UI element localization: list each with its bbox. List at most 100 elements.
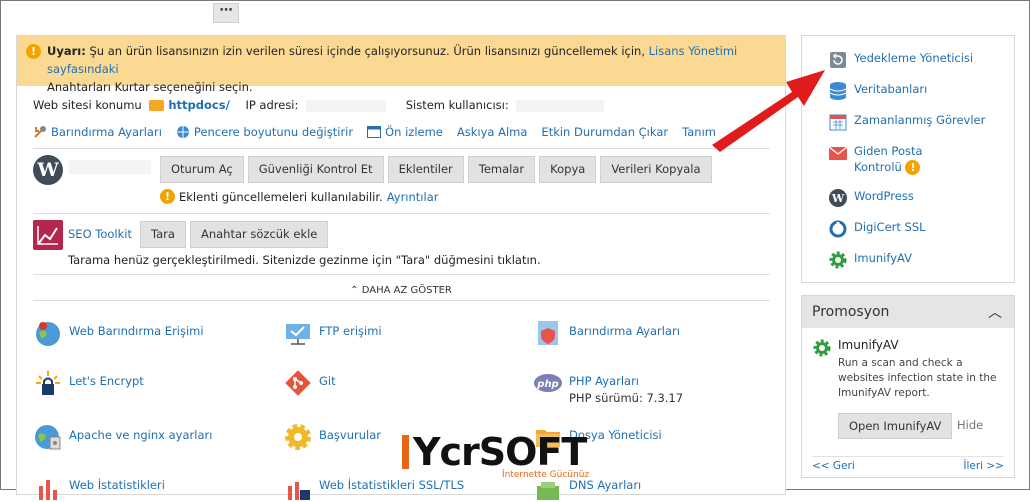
warning-line2: Anahtarları Kurtar seçeneğini seçin.: [47, 80, 253, 94]
watermark: YcrSOFT İnternette Gücünüz: [402, 430, 589, 480]
seo-note: Tarama henüz gerçekleştirilmedi. Siteniz…: [68, 253, 541, 267]
chevron-up-icon[interactable]: ︿: [988, 302, 1002, 322]
tile-git[interactable]: Git: [283, 368, 336, 398]
wp-themes-button[interactable]: Temalar: [467, 156, 536, 183]
next-link[interactable]: İleri >>: [963, 460, 1004, 472]
apache-nginx-icon: [33, 422, 63, 452]
action-label: Pencere boyutunu değiştirir: [193, 125, 354, 139]
svg-text:W: W: [831, 192, 845, 205]
warning-icon: !: [905, 160, 921, 175]
open-imunifyav-button[interactable]: Open ImunifyAV: [838, 413, 953, 439]
red-arrow-annotation: [712, 70, 825, 152]
tile-lets-encrypt[interactable]: Let's Encrypt: [33, 368, 144, 398]
promotion-product: ImunifyAV: [838, 338, 899, 352]
action-suspend[interactable]: Askıya Alma: [457, 125, 528, 139]
sidebar-item-digicert[interactable]: DigiCert SSL: [828, 219, 926, 239]
lets-encrypt-icon: [33, 368, 63, 398]
hide-button[interactable]: Hide: [957, 418, 983, 432]
imunify-icon: [828, 250, 848, 270]
action-preview[interactable]: Ön izleme: [367, 125, 443, 139]
sidebar-item-backup[interactable]: Yedekleme Yöneticisi: [828, 50, 973, 70]
digicert-icon: [828, 219, 848, 239]
sidebar-item-imunifyav[interactable]: ImunifyAV: [828, 250, 912, 270]
folder-icon: [149, 100, 165, 111]
promotion-footer: << Geri İleri >>: [812, 456, 1004, 472]
tile-ftp-access[interactable]: FTP erişimi: [283, 318, 382, 348]
warning-text: Şu an ürün lisansınızın izin verilen sür…: [85, 44, 649, 58]
sidebar-item-label: Yedekleme Yöneticisi: [854, 51, 974, 65]
seo-buttons: Tara Anahtar sözcük ekle: [140, 221, 329, 248]
divider: [33, 148, 770, 149]
tile-apache-nginx[interactable]: Apache ve nginx ayarları: [33, 422, 212, 452]
tile-label: Git: [319, 374, 336, 388]
wordpress-icon: W: [828, 188, 848, 208]
tile-label: Let's Encrypt: [69, 374, 144, 388]
tile-label: Apache ve nginx ayarları: [69, 428, 213, 442]
ftp-folder-icon: [283, 318, 313, 348]
warning-bold: Uyarı:: [47, 44, 86, 58]
promotion-description: Run a scan and check a websites infectio…: [838, 357, 997, 399]
globe-user-icon: [33, 318, 63, 348]
license-warning: ! Uyarı: Şu an ürün lisansınızın izin ve…: [17, 36, 785, 94]
divider: [33, 300, 770, 301]
wordpress-buttons: Oturum Aç Güvenliği Kontrol Et Eklentile…: [160, 156, 712, 183]
plugin-update-note: ! Eklenti güncellemeleri kullanılabilir.…: [160, 189, 438, 204]
preview-icon: [367, 126, 382, 138]
site-location-label: Web sitesi konumu: [33, 98, 142, 112]
sidebar-item-outgoing-mail[interactable]: Giden Posta Kontrolü !: [828, 143, 923, 175]
tile-web-statistics-ssl[interactable]: Web İstatistikleri SSL/TLS: [283, 472, 464, 502]
tile-web-statistics[interactable]: Web İstatistikleri: [33, 472, 165, 502]
svg-text:php: php: [536, 379, 558, 390]
seo-toolkit-link[interactable]: SEO Toolkit: [68, 227, 132, 241]
ip-label: IP adresi:: [245, 98, 299, 112]
tile-web-hosting-access[interactable]: Web Barındırma Erişimi: [33, 318, 204, 348]
tile-hosting-settings[interactable]: Barındırma Ayarları: [533, 318, 680, 348]
git-icon: [283, 368, 313, 398]
php-icon: php: [533, 368, 563, 398]
tile-label: Web Barındırma Erişimi: [69, 324, 204, 338]
warning-icon: !: [26, 44, 41, 59]
wp-site-masked: [69, 160, 151, 174]
wp-plugins-button[interactable]: Eklentiler: [387, 156, 464, 183]
wp-copy-button[interactable]: Kopya: [539, 156, 597, 183]
divider: [33, 213, 770, 214]
seo-scan-button[interactable]: Tara: [140, 221, 186, 248]
tile-php-settings[interactable]: php PHP Ayarları PHP sürümü: 7.3.17: [533, 368, 683, 407]
watermark-text: YcrSOFT: [413, 430, 587, 474]
wp-copy-data-button[interactable]: Verileri Kopyala: [600, 156, 712, 183]
sidebar-item-databases[interactable]: Veritabanları: [828, 81, 927, 101]
seo-add-keyword-button[interactable]: Anahtar sözcük ekle: [189, 221, 329, 248]
watermark-subtitle: İnternette Gücünüz: [502, 470, 590, 480]
wp-login-button[interactable]: Oturum Aç: [160, 156, 244, 183]
hosting-settings-icon: [533, 318, 563, 348]
divider: [33, 274, 770, 275]
sidebar-item-label: DigiCert SSL: [854, 220, 926, 234]
php-tile-text: PHP Ayarları PHP sürümü: 7.3.17: [569, 368, 683, 407]
sidebar-item-label: Veritabanları: [854, 82, 928, 96]
tile-label: Başvurular: [319, 428, 382, 442]
tile-applications[interactable]: Başvurular: [283, 422, 381, 452]
mail-item-text: Giden Posta Kontrolü !: [854, 143, 923, 175]
more-options-button[interactable]: ⋯: [213, 3, 239, 23]
php-version: PHP sürümü: 7.3.17: [569, 391, 684, 405]
sidebar-item-wordpress[interactable]: W WordPress: [828, 188, 914, 208]
details-link[interactable]: Ayrıntılar: [387, 190, 439, 204]
wordpress-icon: W: [33, 155, 63, 185]
tile-label: PHP Ayarları: [569, 374, 640, 388]
tile-label: Web İstatistikleri SSL/TLS: [319, 478, 465, 492]
action-hosting-settings[interactable]: Barındırma Ayarları: [33, 125, 162, 139]
action-deactivate[interactable]: Etkin Durumdan Çıkar: [541, 125, 668, 139]
sidebar-item-label: Giden Posta: [854, 144, 923, 158]
prev-link[interactable]: << Geri: [812, 460, 855, 472]
httpdocs-link[interactable]: httpdocs/: [168, 98, 229, 112]
promotion-panel: Promosyon ︿ ImunifyAV Run a scan and che…: [801, 295, 1015, 478]
wp-security-button[interactable]: Güvenliği Kontrol Et: [247, 156, 384, 183]
show-less-toggle[interactable]: ⌃ DAHA AZ GÖSTER: [17, 285, 785, 296]
seo-toolkit-icon: [33, 220, 63, 250]
tile-label: FTP erişimi: [319, 324, 382, 338]
sidebar-item-scheduled-tasks[interactable]: Zamanlanmış Görevler: [828, 112, 985, 132]
user-masked: [516, 99, 605, 112]
action-resize-window[interactable]: Pencere boyutunu değiştirir: [176, 125, 353, 139]
promotion-header[interactable]: Promosyon ︿: [802, 296, 1014, 328]
promotion-title: Promosyon: [812, 304, 890, 320]
